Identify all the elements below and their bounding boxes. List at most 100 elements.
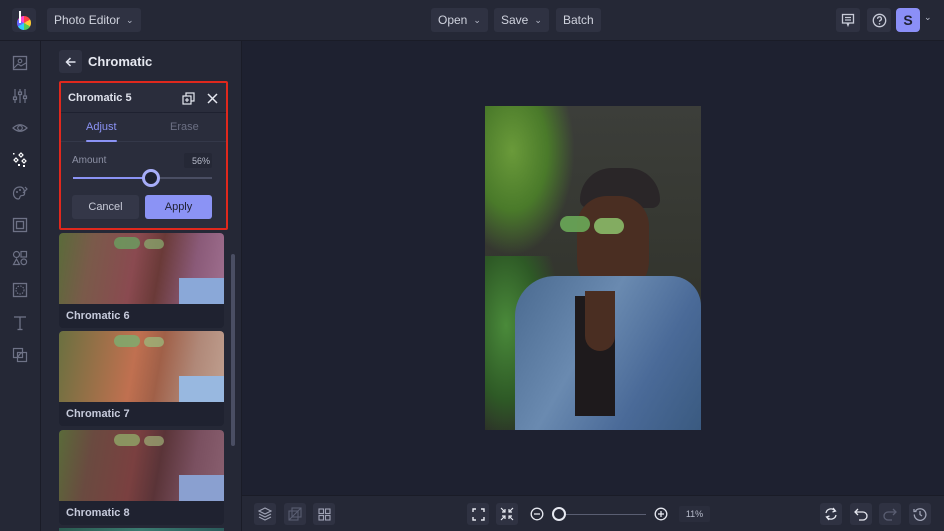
- close-icon: [206, 92, 218, 104]
- zoom-percentage[interactable]: 11%: [679, 506, 710, 522]
- palm-leaves: [485, 106, 575, 256]
- back-button[interactable]: [59, 50, 82, 73]
- account-chevron-down-icon[interactable]: ⌄: [924, 12, 932, 23]
- rail-item-frames[interactable]: [10, 215, 30, 235]
- rail-item-touch-up[interactable]: [10, 118, 30, 138]
- tab-adjust[interactable]: Adjust: [86, 121, 117, 133]
- effect-card-label: Chromatic 8: [66, 507, 130, 519]
- photo-canvas-image[interactable]: [485, 106, 701, 430]
- amount-slider[interactable]: [73, 169, 212, 187]
- effect-card-chromatic-8[interactable]: Chromatic 8: [59, 430, 224, 525]
- feedback-icon: [841, 13, 855, 27]
- duplicate-icon: [181, 91, 195, 105]
- frame-icon: [12, 217, 28, 233]
- effect-card-chromatic-7[interactable]: Chromatic 7: [59, 331, 224, 426]
- fullscreen-icon: [471, 507, 485, 521]
- app-menu-button[interactable]: Photo Editor ⌄: [47, 8, 141, 32]
- dialog-tabs: Adjust Erase: [61, 114, 226, 142]
- close-dialog-button[interactable]: [205, 91, 219, 105]
- effects-sparkle-icon: [13, 152, 27, 167]
- history-icon: [913, 508, 927, 521]
- reset-button[interactable]: [820, 503, 842, 525]
- zoom-in-button[interactable]: [650, 503, 672, 525]
- sunglasses-left: [560, 216, 590, 232]
- zoom-slider[interactable]: [560, 514, 646, 515]
- effect-card-label: Chromatic 7: [66, 408, 130, 420]
- layers-overlap-icon: [12, 347, 28, 363]
- rail-item-image[interactable]: [10, 53, 30, 73]
- grid-icon: [317, 507, 331, 521]
- user-avatar[interactable]: S: [896, 8, 920, 32]
- zoom-in-icon: [654, 507, 668, 521]
- tab-erase[interactable]: Erase: [170, 121, 199, 133]
- rail-item-artsy[interactable]: [10, 183, 30, 203]
- undo-icon: [854, 508, 868, 521]
- undo-button[interactable]: [850, 503, 872, 525]
- cancel-button[interactable]: Cancel: [72, 195, 139, 219]
- active-tab-indicator: [86, 140, 117, 142]
- grid-button[interactable]: [313, 503, 335, 525]
- artsy-palette-icon: [12, 186, 28, 200]
- apply-button[interactable]: Apply: [145, 195, 212, 219]
- save-button[interactable]: Save ⌄: [494, 8, 549, 32]
- effect-thumbnail: [59, 331, 224, 402]
- neck: [585, 291, 615, 351]
- amount-label: Amount: [72, 155, 107, 166]
- arrow-left-icon: [64, 56, 75, 67]
- compare-icon: [288, 507, 302, 521]
- effect-card-label: Chromatic 6: [66, 310, 130, 322]
- batch-label: Batch: [563, 13, 594, 27]
- zoom-slider-thumb[interactable]: [552, 507, 566, 521]
- sunglasses-right: [594, 218, 624, 234]
- zoom-out-icon: [530, 507, 544, 521]
- panel-title: Chromatic: [88, 54, 153, 69]
- shrink-arrows-icon: [500, 507, 514, 521]
- open-button[interactable]: Open ⌄: [431, 8, 488, 32]
- save-label: Save: [501, 13, 529, 27]
- amount-value-input[interactable]: 56%: [184, 153, 212, 168]
- top-bar: Photo Editor ⌄ Open ⌄ Save ⌄ Batch S ⌄: [0, 0, 944, 41]
- amount-slider-thumb[interactable]: [141, 169, 160, 187]
- rail-item-overlays[interactable]: [10, 345, 30, 365]
- redo-button[interactable]: [879, 503, 901, 525]
- chevron-down-icon: ⌄: [473, 14, 481, 25]
- amount-slider-fill: [73, 177, 151, 179]
- batch-button[interactable]: Batch: [556, 8, 601, 32]
- bottom-toolbar: 11%: [242, 495, 944, 531]
- dialog-header: Chromatic 5: [61, 83, 226, 113]
- adjust-sliders-icon: [12, 89, 28, 103]
- eye-icon: [12, 124, 28, 132]
- help-icon: [872, 13, 886, 27]
- layers-button[interactable]: [254, 503, 276, 525]
- feedback-button[interactable]: [836, 8, 860, 32]
- fit-to-screen-button[interactable]: [467, 503, 489, 525]
- actual-size-button[interactable]: [496, 503, 518, 525]
- rail-item-adjust[interactable]: [10, 86, 30, 106]
- text-icon: [14, 316, 26, 331]
- panel-scrollbar[interactable]: [231, 254, 235, 446]
- effect-thumbnail: [59, 233, 224, 304]
- graphics-shapes-icon: [12, 250, 28, 266]
- effect-settings-dialog: Chromatic 5 Adjust Erase Amount 56% Canc…: [59, 81, 228, 230]
- layers-icon: [258, 507, 272, 521]
- zoom-out-button[interactable]: [526, 503, 548, 525]
- chevron-down-icon: ⌄: [126, 14, 134, 25]
- crop-compare-button[interactable]: [284, 503, 306, 525]
- favorite-copy-button[interactable]: [181, 91, 195, 105]
- effect-thumbnail: [59, 430, 224, 501]
- dialog-title: Chromatic 5: [68, 92, 132, 104]
- image-icon: [12, 55, 28, 71]
- tool-rail: [0, 41, 41, 531]
- history-button[interactable]: [909, 503, 931, 525]
- help-button[interactable]: [867, 8, 891, 32]
- effect-card-chromatic-6[interactable]: Chromatic 6: [59, 233, 224, 328]
- rail-item-text[interactable]: [10, 313, 30, 333]
- rail-item-graphics[interactable]: [10, 248, 30, 268]
- app-menu-label: Photo Editor: [54, 13, 121, 27]
- refresh-icon: [825, 507, 837, 521]
- logo[interactable]: [12, 8, 36, 32]
- rail-item-textures[interactable]: [10, 280, 30, 300]
- rail-item-effects[interactable]: [10, 150, 30, 170]
- chevron-down-icon: ⌄: [534, 14, 542, 25]
- overlay-texture-icon: [12, 282, 28, 298]
